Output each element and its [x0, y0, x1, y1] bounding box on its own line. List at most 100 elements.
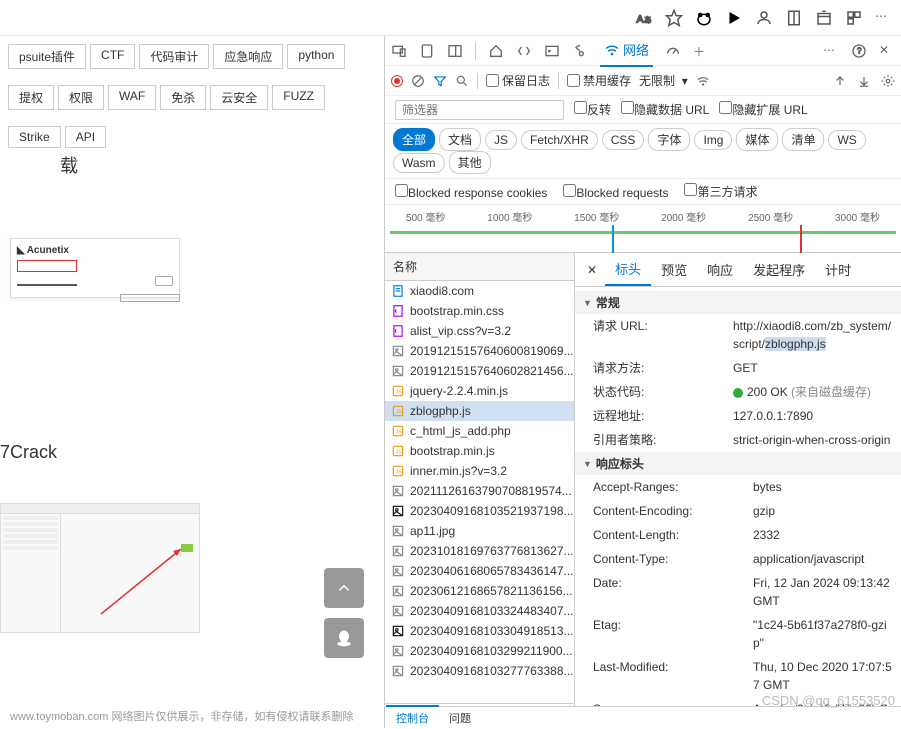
tag[interactable]: API [65, 126, 106, 148]
search-icon[interactable] [455, 74, 469, 88]
tag[interactable]: FUZZ [272, 85, 325, 110]
invert-checkbox[interactable]: 反转 [574, 101, 611, 118]
request-row[interactable]: 20230409168103299211900... [385, 641, 574, 661]
console-icon[interactable] [572, 43, 588, 59]
request-row[interactable]: 20211126163790708819574... [385, 481, 574, 501]
reading-list-icon[interactable] [785, 9, 803, 27]
tab-preview[interactable]: 预览 [651, 254, 697, 285]
request-row[interactable]: 20230612168657821136156... [385, 581, 574, 601]
waterfall-overview[interactable]: 500 毫秒1000 毫秒1500 毫秒2000 毫秒2500 毫秒3000 毫… [385, 205, 901, 253]
request-row[interactable]: JSbootstrap.min.js [385, 441, 574, 461]
elements-icon[interactable] [516, 43, 532, 59]
close-devtools-icon[interactable]: ✕ [879, 43, 895, 59]
request-row[interactable]: 20191215157640602821456... [385, 361, 574, 381]
tag[interactable]: 免杀 [160, 85, 206, 110]
tab-headers[interactable]: 标头 [605, 253, 651, 286]
request-row[interactable]: JSzblogphp.js [385, 401, 574, 421]
tag[interactable]: CTF [90, 44, 135, 69]
request-row[interactable]: JSinner.min.js?v=3.2 [385, 461, 574, 481]
type-chip[interactable]: 清单 [782, 128, 824, 151]
request-row[interactable]: 20230406168065783436147... [385, 561, 574, 581]
upload-har-icon[interactable] [833, 74, 847, 88]
tab-timing[interactable]: 计时 [815, 254, 861, 285]
request-row[interactable]: 20230409168103277763388... [385, 661, 574, 681]
request-row[interactable]: 20230409168103304918513... [385, 621, 574, 641]
settings-gear-icon[interactable] [881, 74, 895, 88]
more-tools-icon[interactable]: ⋯ [823, 43, 839, 59]
tag[interactable]: 云安全 [210, 85, 268, 110]
request-row[interactable]: bootstrap.min.css [385, 301, 574, 321]
network-tab[interactable]: 网络 [600, 34, 653, 67]
type-chip[interactable]: 媒体 [736, 128, 778, 151]
filter-icon[interactable] [433, 74, 447, 88]
hide-ext-url-checkbox[interactable]: 隐藏扩展 URL [719, 101, 807, 118]
type-chip[interactable]: CSS [602, 130, 645, 150]
type-chip[interactable]: Fetch/XHR [521, 130, 598, 150]
add-tab-icon[interactable]: ＋ [693, 43, 709, 59]
request-row[interactable]: JSc_html_js_add.php [385, 421, 574, 441]
tag[interactable]: 提权 [8, 85, 54, 110]
request-row[interactable]: 20231018169763776813627... [385, 541, 574, 561]
drawer-tab-console[interactable]: 控制台 [386, 705, 439, 729]
app-icon[interactable] [845, 9, 863, 27]
network-conditions-wifi-icon[interactable] [696, 74, 710, 88]
preserve-log-checkbox[interactable]: 保留日志 [486, 72, 550, 89]
download-har-icon[interactable] [857, 74, 871, 88]
more-icon[interactable]: ⋯ [875, 9, 893, 27]
sources-icon[interactable] [544, 43, 560, 59]
filter-input[interactable] [395, 100, 564, 120]
type-chip[interactable]: WS [828, 130, 865, 150]
type-chip[interactable]: Img [694, 130, 732, 150]
response-headers-section[interactable]: 响应标头 [575, 452, 901, 475]
clear-icon[interactable] [411, 74, 425, 88]
hide-data-url-checkbox[interactable]: 隐藏数据 URL [621, 101, 709, 118]
collections-icon[interactable] [815, 9, 833, 27]
tag[interactable]: WAF [108, 85, 156, 110]
record-icon[interactable] [391, 75, 403, 87]
request-row[interactable]: xiaodi8.com [385, 281, 574, 301]
tag[interactable]: 代码审计 [139, 44, 209, 69]
close-detail-icon[interactable]: ✕ [579, 257, 605, 283]
type-chip[interactable]: 全部 [393, 128, 435, 151]
request-row[interactable]: JSjquery-2.2.4.min.js [385, 381, 574, 401]
device-toggle-icon[interactable] [391, 43, 407, 59]
type-chip[interactable]: 字体 [648, 128, 690, 151]
general-section-header[interactable]: 常规 [575, 291, 901, 314]
drawer-tab-issues[interactable]: 问题 [439, 707, 481, 729]
type-chip[interactable]: Wasm [393, 153, 445, 173]
tab-response[interactable]: 响应 [697, 254, 743, 285]
performance-icon[interactable] [665, 43, 681, 59]
qq-chat-button[interactable] [324, 618, 364, 658]
request-row[interactable]: 20230409168103521937198... [385, 501, 574, 521]
type-chip[interactable]: 文档 [439, 128, 481, 151]
type-chip[interactable]: JS [485, 130, 517, 150]
tag[interactable]: psuite插件 [8, 44, 86, 69]
request-row[interactable]: ap11.jpg [385, 521, 574, 541]
tablet-icon[interactable] [419, 43, 435, 59]
request-row[interactable]: alist_vip.css?v=3.2 [385, 321, 574, 341]
dock-icon[interactable] [447, 43, 463, 59]
extension-panda-icon[interactable] [695, 9, 713, 27]
request-row[interactable]: 20191215157640600819069... [385, 341, 574, 361]
tag[interactable]: Strike [8, 126, 61, 148]
throttle-select[interactable]: 无限制 ▾ [639, 72, 688, 89]
welcome-icon[interactable] [488, 43, 504, 59]
svg-text:?: ? [857, 46, 862, 55]
scroll-top-button[interactable] [324, 568, 364, 608]
tag[interactable]: 权限 [58, 85, 104, 110]
column-header-name[interactable]: 名称 [385, 253, 574, 281]
tag[interactable]: 应急响应 [213, 44, 283, 69]
request-row[interactable]: 20230409168103324483407... [385, 601, 574, 621]
blocked-response-checkbox[interactable]: Blocked response cookies [395, 184, 547, 200]
tab-initiator[interactable]: 发起程序 [743, 254, 815, 285]
disable-cache-checkbox[interactable]: 禁用缓存 [567, 72, 631, 89]
third-party-checkbox[interactable]: 第三方请求 [684, 183, 757, 200]
play-icon[interactable] [725, 9, 743, 27]
blocked-requests-checkbox[interactable]: Blocked requests [563, 184, 668, 200]
tag[interactable]: python [287, 44, 345, 69]
help-icon[interactable]: ? [851, 43, 867, 59]
type-chip[interactable]: 其他 [449, 151, 491, 174]
profile-icon[interactable] [755, 9, 773, 27]
text-size-icon[interactable]: Aあ [635, 9, 653, 27]
star-icon[interactable] [665, 9, 683, 27]
